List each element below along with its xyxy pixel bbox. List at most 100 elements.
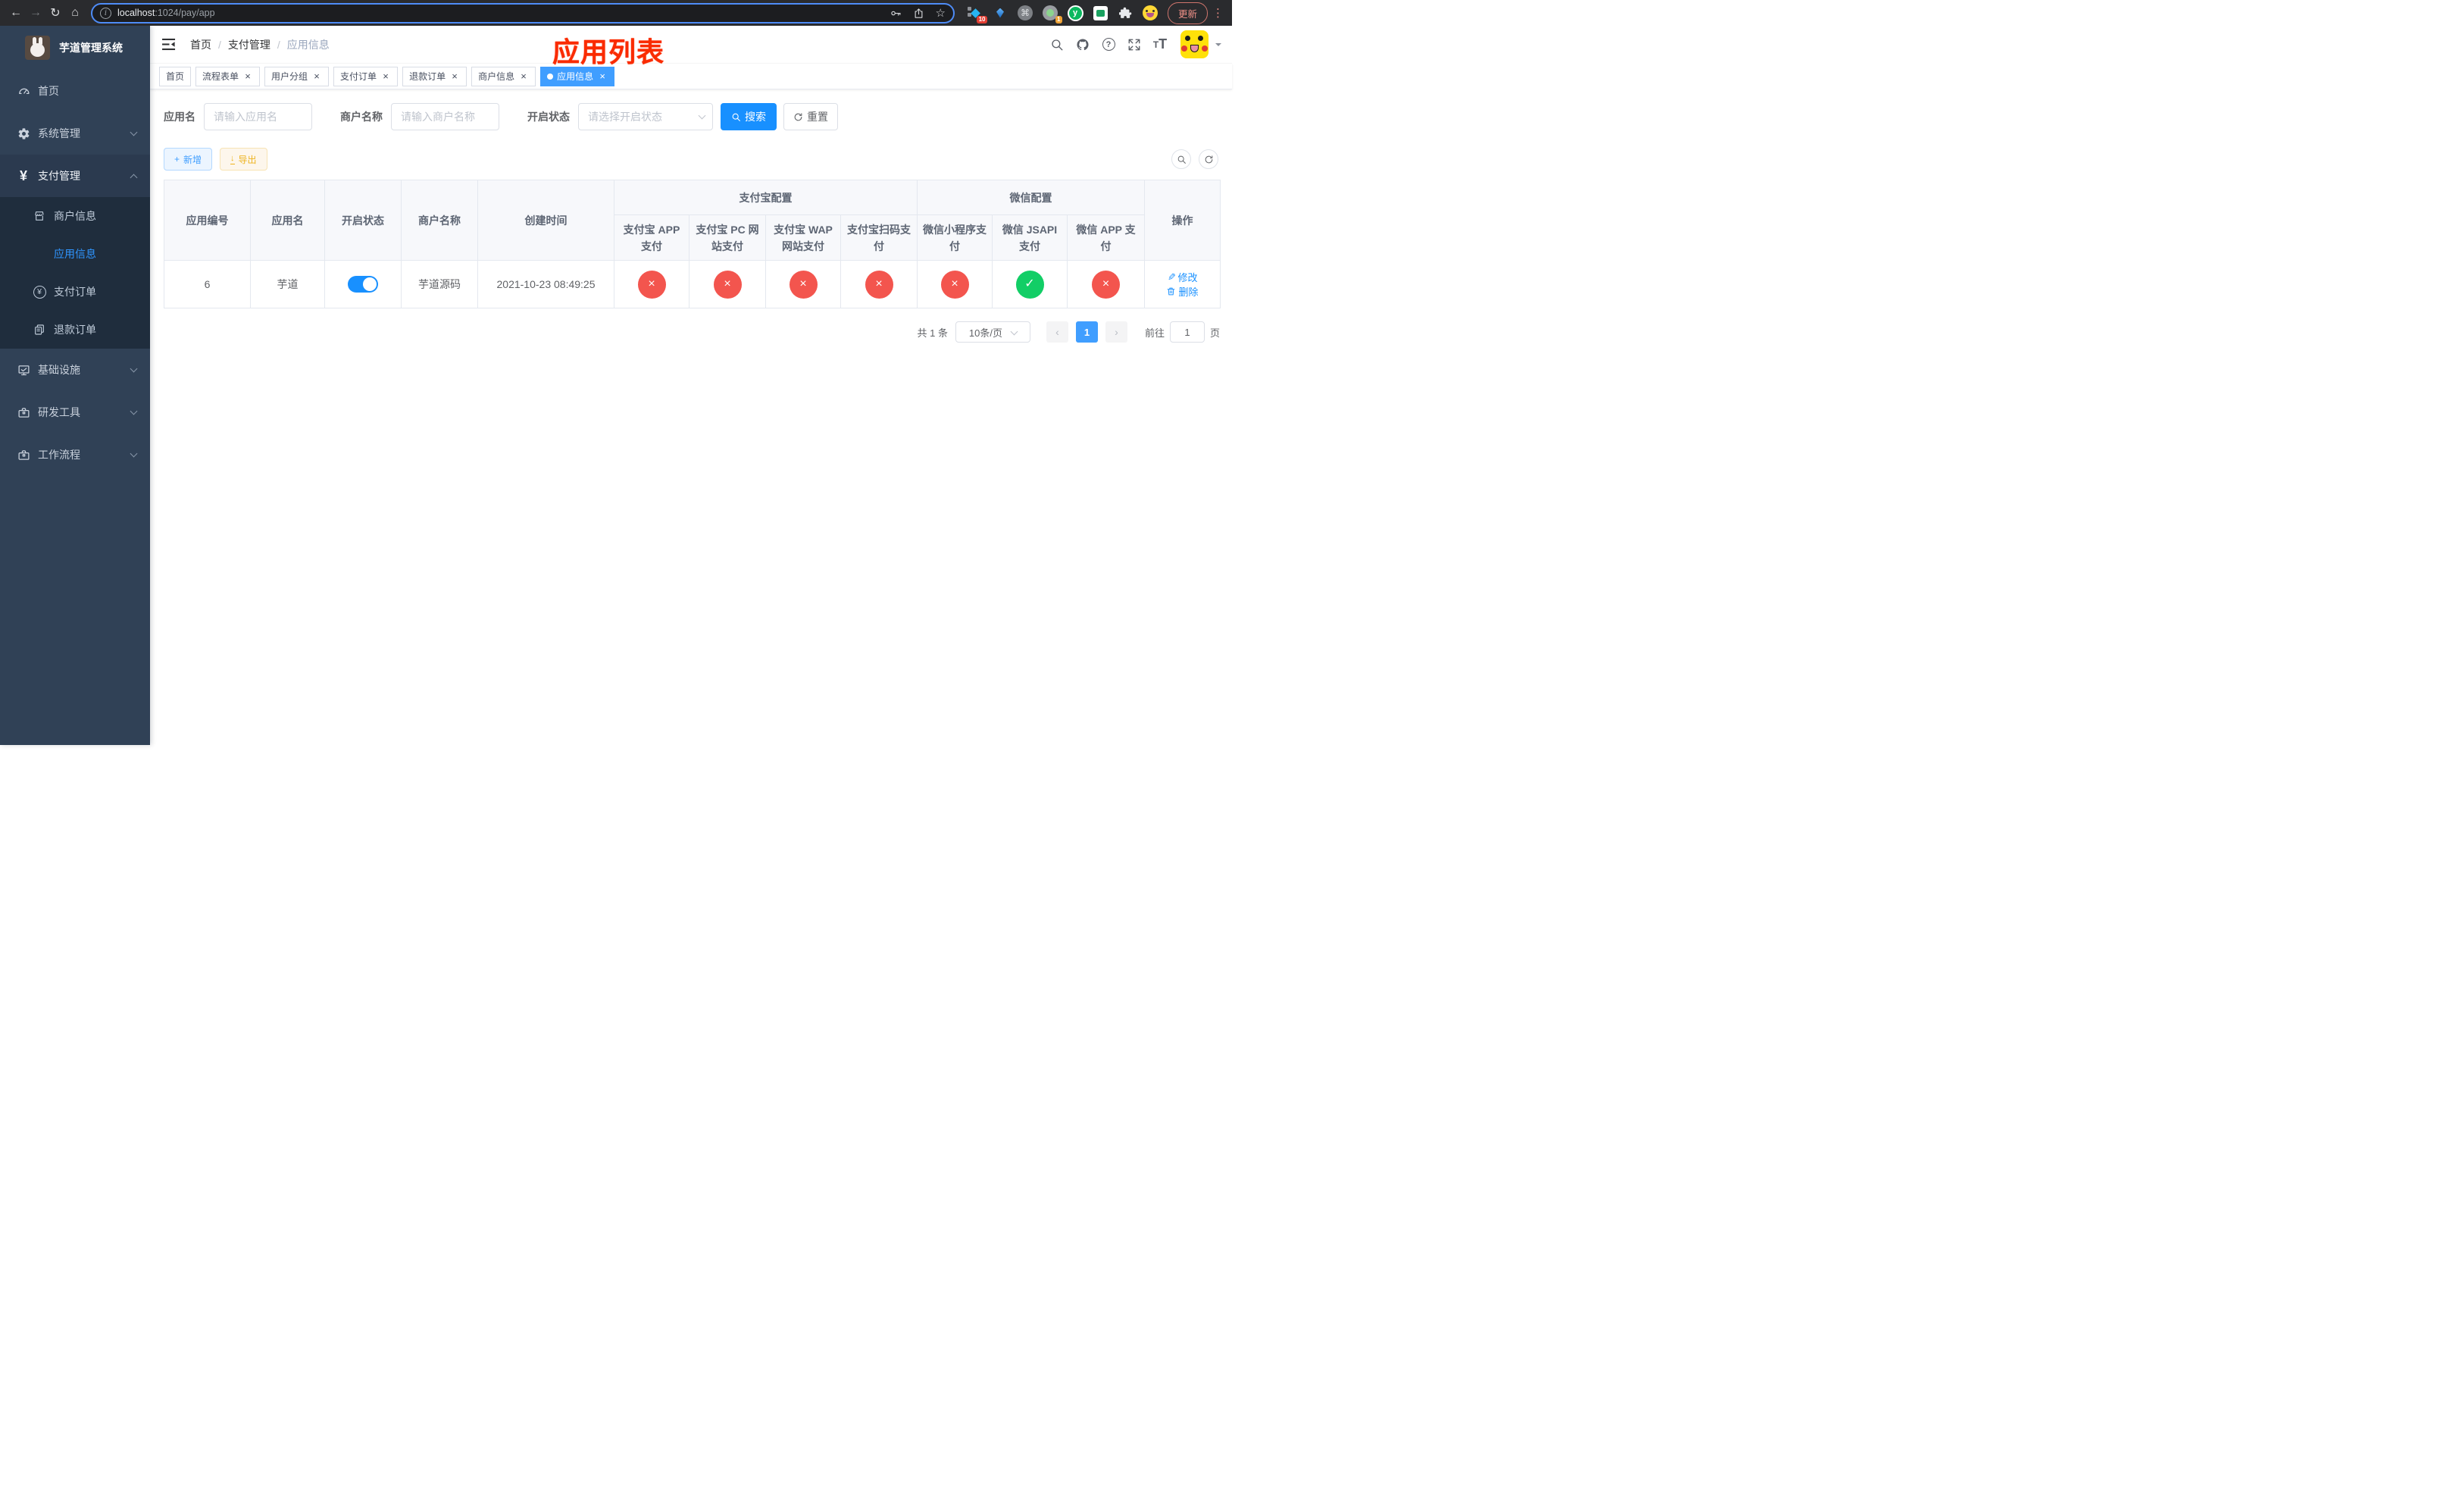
alipay-qr-status-icon: ×: [865, 270, 893, 299]
extension-command-icon[interactable]: ⌘: [1017, 5, 1033, 21]
extension-chat-icon[interactable]: [1092, 5, 1108, 21]
sidebar: 芋道管理系统 首页 系统管理 ¥ 支付管理 商户信息 应用信息 ¥ 支付订单 退…: [0, 26, 150, 745]
page-number-1[interactable]: 1: [1075, 321, 1098, 343]
sidebar-item-label: 应用信息: [54, 248, 96, 260]
pencil-icon: ✎: [1167, 271, 1176, 283]
user-menu-caret-icon[interactable]: [1215, 42, 1221, 49]
export-button[interactable]: ↓ 导出: [220, 148, 267, 171]
documents-icon: [33, 323, 46, 337]
sidebar-item-label: 首页: [38, 85, 59, 97]
col-alipay-qr: 支付宝扫码支付: [840, 214, 918, 261]
header-search-icon[interactable]: [1044, 32, 1070, 58]
show-search-toggle-button[interactable]: [1171, 149, 1191, 169]
goto-page-input[interactable]: [1169, 321, 1205, 343]
url-path: :1024/pay/app: [155, 8, 215, 18]
page-content: 应用名 商户名称 开启状态 请选择开启状态 搜索 重置: [150, 89, 1232, 745]
sidebar-item-workflow[interactable]: 工作流程: [0, 434, 150, 476]
extension-emoji-icon[interactable]: [1142, 5, 1159, 21]
close-icon[interactable]: ×: [311, 71, 322, 82]
enabled-toggle[interactable]: [348, 276, 378, 293]
sidebar-collapse-icon[interactable]: [161, 37, 177, 52]
total-count: 共 1 条: [917, 327, 948, 339]
chrome-update-button[interactable]: 更新: [1168, 2, 1209, 24]
tag-merchant-info[interactable]: 商户信息 ×: [471, 66, 536, 86]
gear-icon: [17, 127, 30, 140]
sidebar-item-label: 支付管理: [38, 170, 80, 182]
close-icon[interactable]: ×: [597, 71, 608, 82]
merchant-name-input[interactable]: [391, 103, 499, 130]
breadcrumb-payment[interactable]: 支付管理: [228, 37, 270, 52]
status-select-placeholder: 请选择开启状态: [588, 111, 662, 123]
sidebar-item-label: 商户信息: [54, 210, 96, 222]
extension-kite-icon[interactable]: [992, 5, 1008, 21]
add-button[interactable]: + 新增: [164, 148, 213, 171]
extension-recorder-icon[interactable]: 1: [1042, 5, 1062, 23]
reset-button[interactable]: 重置: [783, 103, 838, 130]
prev-page-button[interactable]: ‹: [1046, 321, 1068, 343]
sidebar-item-pay-order[interactable]: ¥ 支付订单: [0, 273, 150, 311]
table-toolbar: + 新增 ↓ 导出: [164, 148, 1220, 171]
bookmark-star-icon[interactable]: ☆: [936, 8, 946, 19]
sidebar-item-dev-tools[interactable]: 研发工具: [0, 391, 150, 434]
chevron-down-icon: [130, 407, 138, 415]
extension-blue-diamond-icon[interactable]: 10: [967, 5, 987, 23]
col-wx-mini: 微信小程序支付: [917, 214, 993, 261]
tag-home[interactable]: 首页: [159, 66, 192, 86]
monitor-check-icon: [17, 363, 30, 377]
close-icon[interactable]: ×: [380, 71, 391, 82]
search-button[interactable]: 搜索: [721, 103, 777, 130]
app-name-input[interactable]: [204, 103, 312, 130]
fullscreen-icon[interactable]: [1121, 32, 1147, 58]
grid-table-icon: [33, 247, 46, 261]
breadcrumb-home[interactable]: 首页: [190, 37, 211, 52]
sidebar-item-refund-order[interactable]: 退款订单: [0, 311, 150, 349]
password-key-icon[interactable]: [890, 8, 902, 19]
toolbox-icon: [17, 405, 30, 419]
browser-menu-icon[interactable]: ⋮: [1212, 6, 1224, 20]
page-unit-label: 页: [1209, 327, 1220, 339]
tag-refund-order[interactable]: 退款订单 ×: [402, 66, 467, 86]
merchant-name-label: 商户名称: [340, 111, 383, 123]
close-icon[interactable]: ×: [449, 71, 460, 82]
wechat-jsapi-status-icon: ✓: [1015, 270, 1044, 299]
help-icon[interactable]: ?: [1096, 32, 1121, 58]
sidebar-item-merchant-info[interactable]: 商户信息: [0, 197, 150, 235]
tag-user-group[interactable]: 用户分组 ×: [264, 66, 330, 86]
tag-process-form[interactable]: 流程表单 ×: [195, 66, 261, 86]
chevron-down-icon: [698, 111, 706, 120]
address-bar[interactable]: i localhost:1024/pay/app ☆: [91, 2, 955, 23]
sidebar-item-payment[interactable]: ¥ 支付管理: [0, 155, 150, 197]
wechat-app-status-icon: ×: [1092, 270, 1120, 299]
extensions-puzzle-icon[interactable]: [1117, 5, 1134, 21]
sidebar-logo-row[interactable]: 芋道管理系统: [0, 26, 150, 70]
breadcrumb: 首页 / 支付管理 / 应用信息: [190, 37, 330, 52]
extension-y-icon[interactable]: y: [1067, 5, 1083, 21]
edit-link[interactable]: ✎ 修改: [1168, 270, 1198, 284]
delete-link[interactable]: 删除: [1166, 284, 1199, 299]
col-app-name: 应用名: [250, 180, 325, 261]
site-info-icon[interactable]: i: [100, 7, 111, 19]
sidebar-item-app-info[interactable]: 应用信息: [0, 235, 150, 273]
page-size-select[interactable]: 10条/页: [955, 321, 1030, 343]
chevron-up-icon: [130, 174, 138, 181]
sidebar-item-infra[interactable]: 基础设施: [0, 349, 150, 391]
close-icon[interactable]: ×: [242, 71, 253, 82]
sidebar-item-home[interactable]: 首页: [0, 70, 150, 112]
col-wx-app: 微信 APP 支付: [1067, 214, 1145, 261]
browser-reload-button[interactable]: ↻: [45, 3, 65, 23]
sidebar-item-label: 基础设施: [38, 364, 80, 376]
user-avatar[interactable]: [1180, 30, 1209, 58]
font-size-icon[interactable]: TT: [1147, 32, 1173, 58]
browser-forward-button[interactable]: →: [26, 3, 45, 23]
github-icon[interactable]: [1070, 32, 1096, 58]
browser-home-button[interactable]: ⌂: [65, 3, 85, 23]
url-host: localhost: [117, 8, 155, 18]
refresh-table-button[interactable]: [1199, 149, 1218, 169]
sidebar-item-system[interactable]: 系统管理: [0, 112, 150, 155]
tag-pay-order[interactable]: 支付订单 ×: [333, 66, 399, 86]
close-icon[interactable]: ×: [518, 71, 529, 82]
status-select[interactable]: 请选择开启状态: [578, 103, 713, 130]
next-page-button[interactable]: ›: [1105, 321, 1127, 343]
browser-back-button[interactable]: ←: [6, 3, 26, 23]
share-icon[interactable]: [913, 8, 924, 19]
